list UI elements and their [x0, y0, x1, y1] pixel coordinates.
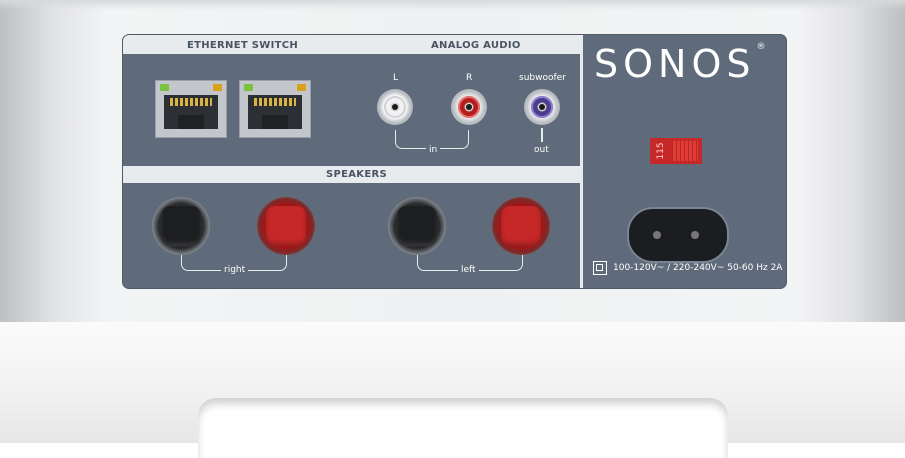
speaker-right-label: right: [221, 265, 249, 275]
registered-mark: ®: [756, 42, 766, 52]
speaker-left-label: left: [458, 265, 479, 275]
ethernet-port-2[interactable]: [239, 80, 311, 138]
red-post-cap: [266, 206, 306, 246]
activity-led-icon: [297, 84, 306, 91]
rca-pin-icon: [466, 104, 472, 110]
sonos-wordmark: SONOS: [594, 42, 756, 86]
ethernet-switch-label: ETHERNET SWITCH: [187, 40, 299, 51]
panel-divider: [580, 35, 583, 288]
ethernet-pins: [170, 98, 212, 106]
ethernet-pins: [254, 98, 296, 106]
red-post-cap: [501, 206, 541, 246]
double-insulation-icon: [593, 261, 607, 275]
subwoofer-out-label: out: [534, 145, 549, 155]
analog-right-label: R: [466, 73, 473, 83]
rca-right-input[interactable]: [451, 89, 487, 125]
analog-left-label: L: [393, 73, 399, 83]
out-connector-line: [541, 128, 543, 142]
link-led-icon: [244, 84, 253, 91]
rca-subwoofer-output[interactable]: [524, 89, 560, 125]
sonos-connect-amp-rear: ETHERNET SWITCH ANALOG AUDIO L R subwoof…: [0, 0, 905, 458]
power-rating-label: 100-120V~ / 220-240V~ 50-60 Hz 2A: [613, 263, 783, 273]
speaker-right-negative-terminal[interactable]: [152, 197, 210, 255]
black-post-cap: [161, 206, 201, 246]
rca-left-input[interactable]: [377, 89, 413, 125]
voltage-switch-label: 115: [656, 142, 666, 160]
voltage-switch-knob[interactable]: [672, 141, 698, 161]
link-led-icon: [160, 84, 169, 91]
speakers-label: SPEAKERS: [326, 169, 387, 180]
speaker-left-negative-terminal[interactable]: [388, 197, 446, 255]
power-prong-left-icon: [653, 231, 661, 239]
ac-power-inlet[interactable]: [627, 207, 729, 263]
base-cutout: [198, 398, 728, 458]
rca-pin-icon: [539, 104, 545, 110]
activity-led-icon: [213, 84, 222, 91]
ethernet-port-1[interactable]: [155, 80, 227, 138]
speaker-left-positive-terminal[interactable]: [492, 197, 550, 255]
ethernet-latch: [262, 115, 288, 129]
analog-in-label: in: [426, 145, 441, 155]
power-prong-right-icon: [691, 231, 699, 239]
analog-audio-label: ANALOG AUDIO: [431, 40, 521, 51]
subwoofer-label: subwoofer: [519, 73, 566, 83]
ethernet-latch: [178, 115, 204, 129]
speaker-right-positive-terminal[interactable]: [257, 197, 315, 255]
sonos-logo: SONOS®: [594, 42, 766, 86]
black-post-cap: [397, 206, 437, 246]
rca-pin-icon: [392, 104, 398, 110]
